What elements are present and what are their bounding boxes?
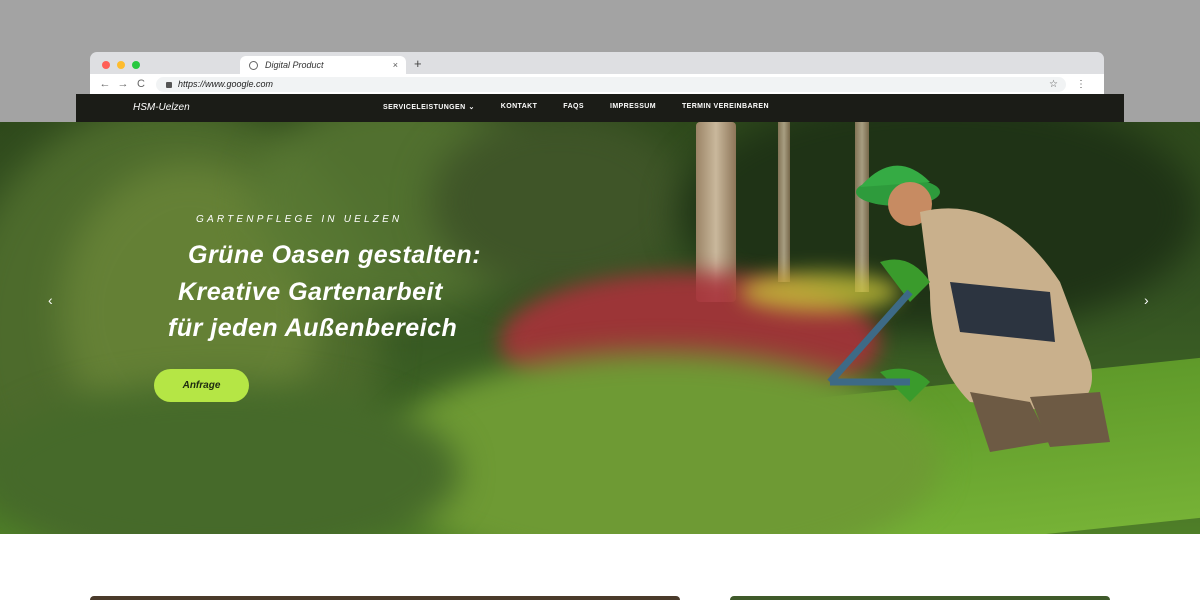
browser-toolbar: ← → C https://www.google.com ☆ ⋮ xyxy=(90,74,1104,94)
gardener-figure xyxy=(827,165,1110,452)
lock-icon xyxy=(166,82,172,88)
site-logo[interactable]: HSM-Uelzen xyxy=(133,102,190,113)
url-text[interactable]: https://www.google.com xyxy=(178,79,1049,89)
browser-window: Digital Product × + ← → C https://www.go… xyxy=(90,52,1104,94)
nav-item-label: SERVICELEISTUNGEN xyxy=(383,104,466,111)
chevron-right-icon[interactable]: › xyxy=(1144,292,1149,308)
hero-title-line: Grüne Oasen gestalten: xyxy=(188,241,482,269)
anfrage-button[interactable]: Anfrage xyxy=(154,369,249,402)
maximize-window-button[interactable] xyxy=(132,61,140,69)
nav-item-faqs[interactable]: FAQS xyxy=(563,103,584,111)
main-menu: SERVICELEISTUNGEN ⌄ KONTAKT FAQS IMPRESSU… xyxy=(383,103,769,111)
content-section xyxy=(0,534,1200,600)
new-tab-button[interactable]: + xyxy=(414,56,422,71)
star-icon[interactable]: ☆ xyxy=(1049,79,1058,90)
nav-item-serviceleistungen[interactable]: SERVICELEISTUNGEN ⌄ xyxy=(383,103,475,111)
browser-tab[interactable]: Digital Product × xyxy=(240,56,406,74)
globe-icon xyxy=(249,60,258,70)
nav-item-termin[interactable]: TERMIN VEREINBAREN xyxy=(682,103,769,111)
tab-title: Digital Product xyxy=(265,60,324,70)
hero-title: Grüne Oasen gestalten: Kreative Gartenar… xyxy=(168,237,481,347)
site-navbar: HSM-Uelzen SERVICELEISTUNGEN ⌄ KONTAKT FA… xyxy=(76,94,1124,122)
content-card[interactable] xyxy=(90,596,680,600)
window-controls xyxy=(102,61,140,69)
reload-icon[interactable]: C xyxy=(132,78,150,90)
chevron-down-icon: ⌄ xyxy=(468,104,475,111)
nav-item-impressum[interactable]: IMPRESSUM xyxy=(610,103,656,111)
close-window-button[interactable] xyxy=(102,61,110,69)
minimize-window-button[interactable] xyxy=(117,61,125,69)
hero-slider: GARTENPFLEGE IN UELZEN Grüne Oasen gesta… xyxy=(0,122,1200,534)
content-card[interactable] xyxy=(730,596,1110,600)
close-icon[interactable]: × xyxy=(393,60,398,70)
address-bar[interactable]: https://www.google.com ☆ xyxy=(156,76,1066,92)
chevron-left-icon[interactable]: ‹ xyxy=(48,292,53,308)
back-icon[interactable]: ← xyxy=(96,78,114,90)
forward-icon[interactable]: → xyxy=(114,78,132,90)
hero-title-line: Kreative Gartenarbeit xyxy=(178,277,443,306)
hero-title-line: für jeden Außenbereich xyxy=(168,314,458,342)
more-icon[interactable]: ⋮ xyxy=(1076,79,1086,90)
hero-kicker: GARTENPFLEGE IN UELZEN xyxy=(196,214,403,225)
nav-item-kontakt[interactable]: KONTAKT xyxy=(501,103,538,111)
